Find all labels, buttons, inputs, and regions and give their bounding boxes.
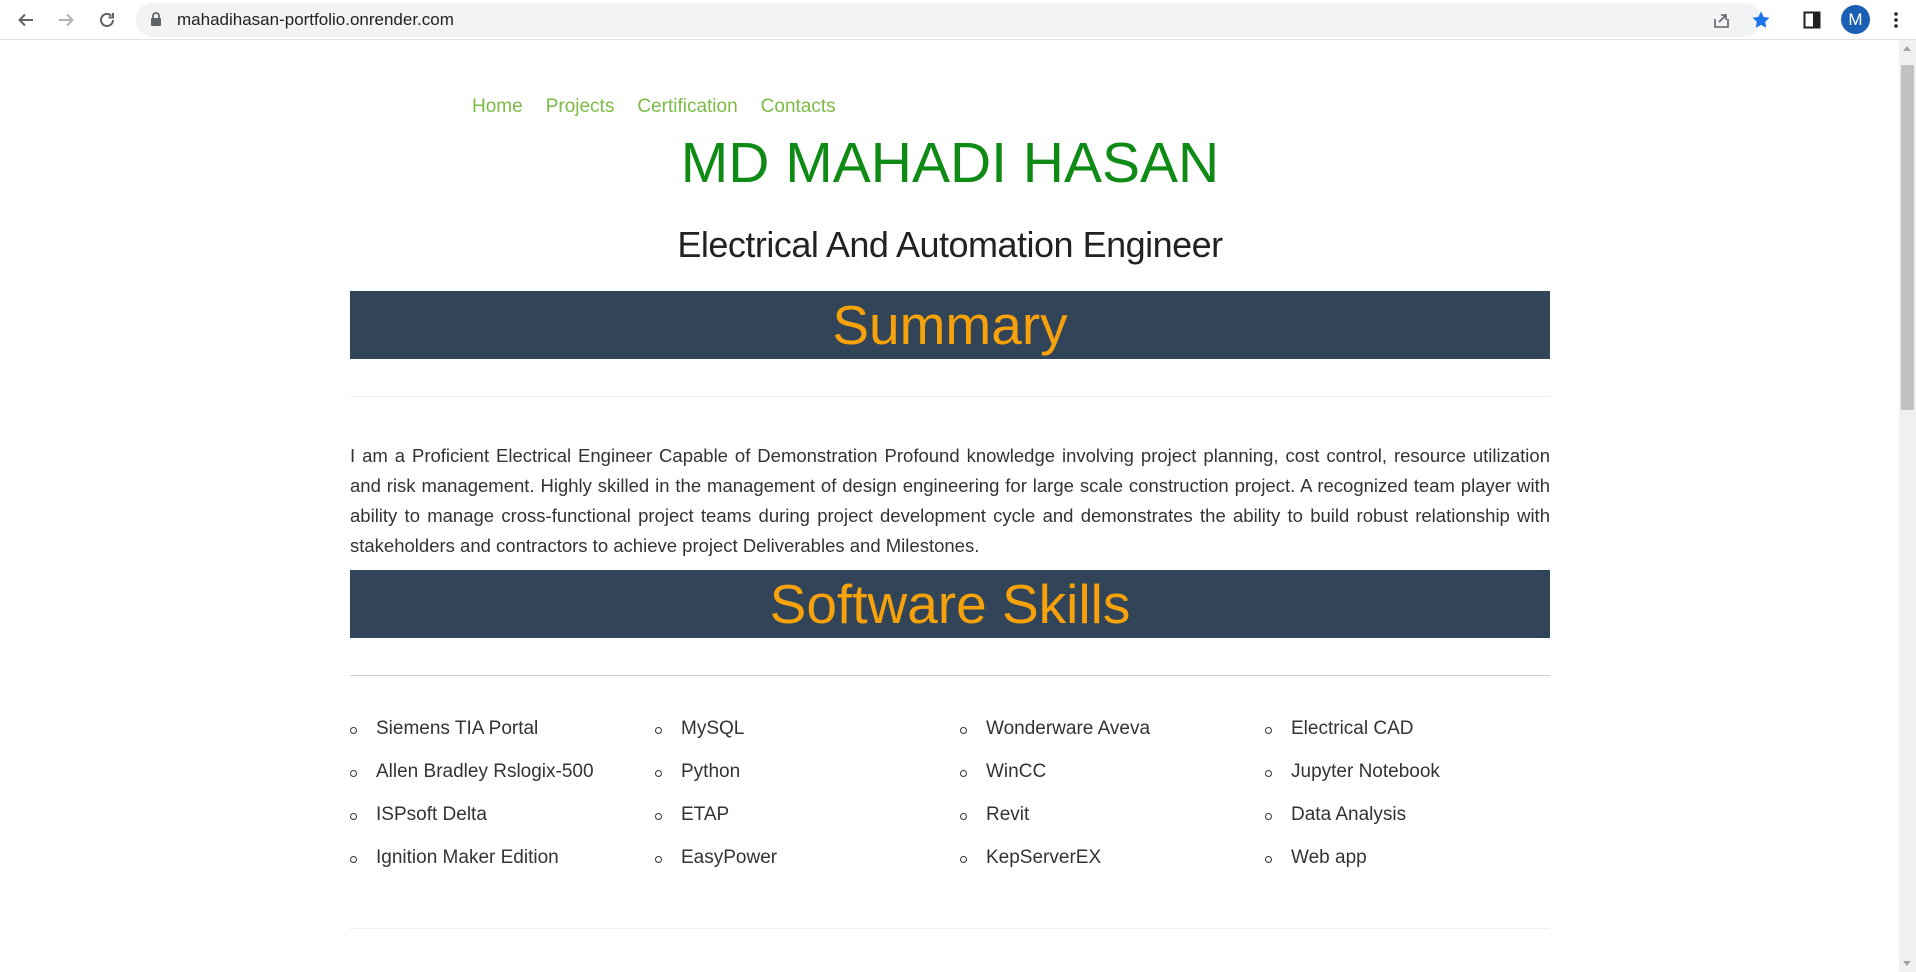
menu-button[interactable] bbox=[1882, 6, 1910, 34]
list-item: Revit bbox=[960, 804, 1265, 847]
nav-certification[interactable]: Certification bbox=[637, 96, 737, 118]
list-item: KepServerEX bbox=[960, 847, 1265, 890]
side-panel-icon bbox=[1803, 11, 1821, 29]
bookmark-button[interactable] bbox=[1747, 6, 1775, 34]
back-button[interactable] bbox=[12, 6, 40, 34]
list-item: Data Analysis bbox=[1265, 804, 1570, 847]
scroll-up-arrow-icon[interactable] bbox=[1903, 46, 1911, 51]
list-item: Ignition Maker Edition bbox=[350, 847, 655, 890]
site-nav: Home Projects Certification Contacts bbox=[472, 96, 836, 118]
nav-projects[interactable]: Projects bbox=[546, 96, 615, 118]
list-item: Jupyter Notebook bbox=[1265, 761, 1570, 804]
skills-list: Siemens TIA Portal Allen Bradley Rslogix… bbox=[350, 718, 1570, 890]
forward-button[interactable] bbox=[52, 6, 80, 34]
skills-heading: Software Skills bbox=[350, 570, 1550, 638]
skills-column: Siemens TIA Portal Allen Bradley Rslogix… bbox=[350, 718, 655, 890]
skills-column: Wonderware Aveva WinCC Revit KepServerEX bbox=[960, 718, 1265, 890]
list-item: MySQL bbox=[655, 718, 960, 761]
nav-home[interactable]: Home bbox=[472, 96, 523, 118]
reload-icon bbox=[100, 13, 114, 27]
list-item: Python bbox=[655, 761, 960, 804]
profile-avatar[interactable]: M bbox=[1841, 5, 1870, 34]
person-name: MD MAHADI HASAN bbox=[680, 131, 1220, 195]
forward-arrow-icon bbox=[59, 13, 74, 27]
list-item: WinCC bbox=[960, 761, 1265, 804]
list-item: Siemens TIA Portal bbox=[350, 718, 655, 761]
scroll-thumb[interactable] bbox=[1901, 65, 1914, 410]
nav-contacts[interactable]: Contacts bbox=[761, 96, 836, 118]
browser-toolbar: mahadihasan-portfolio.onrender.com M bbox=[0, 0, 1916, 40]
list-item: Allen Bradley Rslogix-500 bbox=[350, 761, 655, 804]
job-title: Electrical And Automation Engineer bbox=[677, 224, 1223, 265]
back-arrow-icon bbox=[18, 13, 33, 27]
list-item: EasyPower bbox=[655, 847, 960, 890]
more-vert-icon bbox=[1894, 12, 1898, 28]
side-panel-button[interactable] bbox=[1798, 6, 1826, 34]
scroll-down-arrow-icon[interactable] bbox=[1903, 961, 1911, 966]
lock-icon bbox=[151, 12, 161, 26]
page-scrollbar[interactable] bbox=[1899, 40, 1916, 972]
summary-heading: Summary bbox=[350, 291, 1550, 359]
url-text[interactable]: mahadihasan-portfolio.onrender.com bbox=[177, 10, 454, 30]
list-item: ETAP bbox=[655, 804, 960, 847]
share-icon bbox=[1714, 14, 1729, 28]
list-item: ISPsoft Delta bbox=[350, 804, 655, 847]
reload-button[interactable] bbox=[93, 6, 121, 34]
divider bbox=[350, 675, 1550, 676]
share-button[interactable] bbox=[1708, 6, 1736, 34]
list-item: Electrical CAD bbox=[1265, 718, 1570, 761]
skills-column: MySQL Python ETAP EasyPower bbox=[655, 718, 960, 890]
divider bbox=[350, 928, 1550, 929]
star-icon bbox=[1752, 11, 1770, 28]
skills-column: Electrical CAD Jupyter Notebook Data Ana… bbox=[1265, 718, 1570, 890]
divider bbox=[350, 396, 1550, 397]
summary-text: I am a Proficient Electrical Engineer Ca… bbox=[350, 445, 1550, 556]
address-bar[interactable]: mahadihasan-portfolio.onrender.com bbox=[136, 3, 1770, 37]
list-item: Wonderware Aveva bbox=[960, 718, 1265, 761]
list-item: Web app bbox=[1265, 847, 1570, 890]
